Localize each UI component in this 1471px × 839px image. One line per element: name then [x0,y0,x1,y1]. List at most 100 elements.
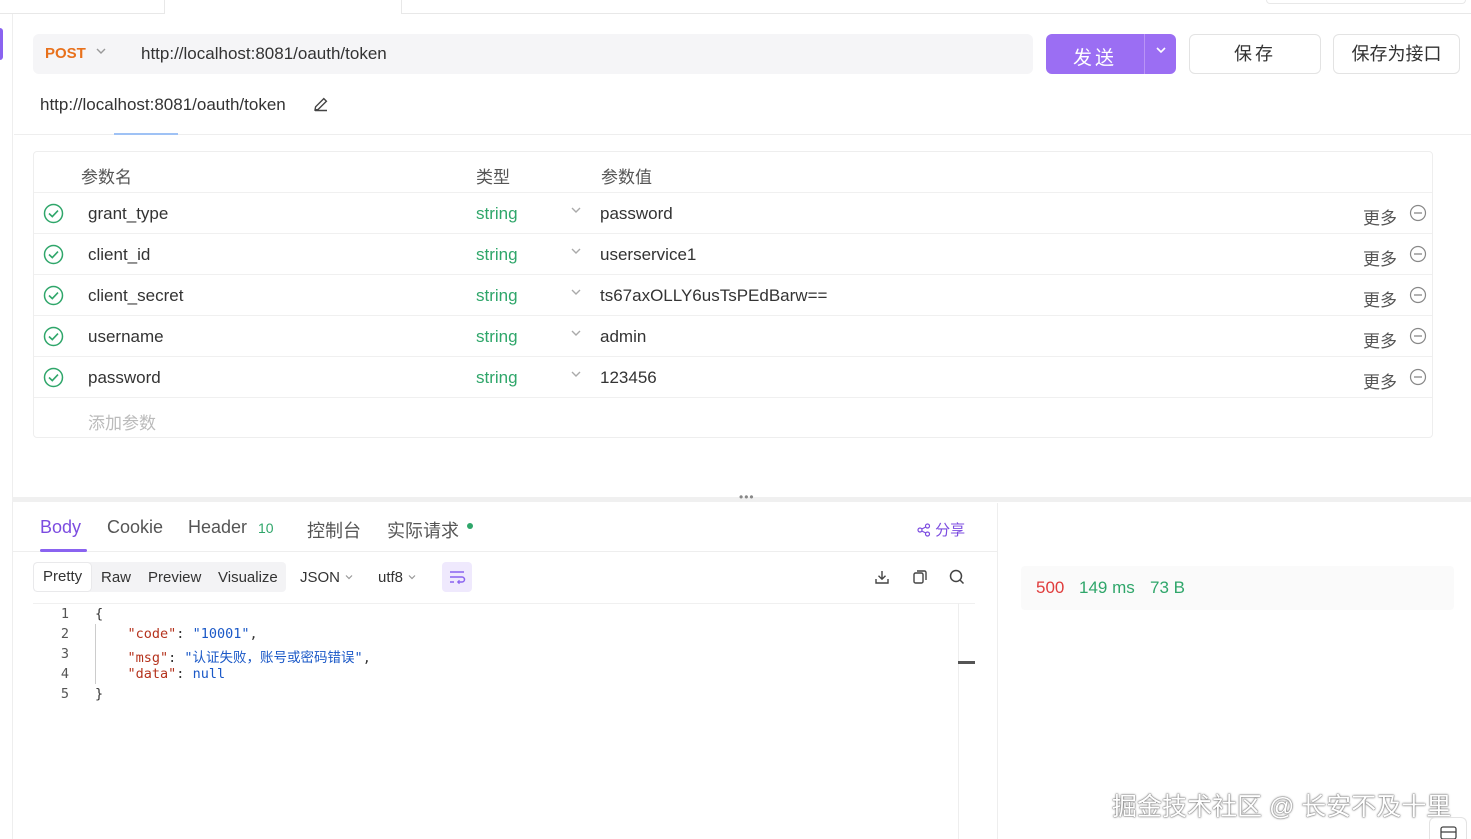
search-icon[interactable] [948,568,966,586]
chevron-down-icon [408,575,416,580]
drag-handle-icon[interactable]: ••• [739,490,755,504]
chevron-down-icon[interactable] [1145,43,1176,60]
method-select[interactable]: POST [45,45,86,62]
send-button[interactable]: 发送 [1046,34,1176,74]
view-raw[interactable]: Raw [101,569,131,586]
check-circle-icon[interactable] [43,326,64,347]
param-more-link[interactable]: 更多 [1363,204,1397,229]
share-label: 分享 [935,522,966,539]
sidebar-divider [12,14,13,839]
param-name[interactable]: grant_type [88,204,168,224]
json-value: "10001" [192,626,250,642]
request-url-title: http://localhost:8081/oauth/token [40,95,286,114]
param-more-link[interactable]: 更多 [1363,245,1397,270]
code-line: { [95,606,103,622]
param-row: username string admin 更多 [34,316,1432,357]
param-row: grant_type string password 更多 [34,193,1432,234]
top-right-control[interactable] [1266,0,1466,4]
param-value[interactable]: 123456 [600,368,657,388]
param-value[interactable]: admin [600,327,646,347]
param-row: client_secret string ts67axOLLY6usTsPEdB… [34,275,1432,316]
code-line: "code": "10001", [127,626,258,642]
param-more-link[interactable]: 更多 [1363,286,1397,311]
subtab-active-underline [114,133,178,135]
code-line: "data": null [127,666,226,682]
param-type[interactable]: string [476,368,518,388]
param-type[interactable]: string [476,245,518,265]
share-icon [917,523,931,537]
param-value[interactable]: ts67axOLLY6usTsPEdBarw== [600,286,827,306]
view-pretty[interactable]: Pretty [34,563,92,591]
share-button[interactable]: 分享 [917,519,965,540]
remove-circle-icon[interactable] [1409,245,1427,263]
param-more-link[interactable]: 更多 [1363,368,1397,393]
response-status-bar: 500 149 ms 73 B [1021,566,1454,610]
header-count-badge: 10 [258,520,274,536]
header-param-value: 参数值 [601,168,652,187]
format-label: JSON [300,569,341,586]
param-type[interactable]: string [476,204,518,224]
add-param-input[interactable]: 添加参数 [88,409,156,434]
param-type[interactable]: string [476,286,518,306]
json-key: "data" [127,666,177,682]
save-as-api-button[interactable]: 保存为接口 [1333,34,1460,74]
chevron-down-icon[interactable] [570,244,582,260]
param-name[interactable]: password [88,368,161,388]
line-number: 5 [60,686,69,702]
params-header-row: 参数名 类型 参数值 [34,152,1432,193]
json-key: "code" [127,626,177,642]
check-circle-icon[interactable] [43,367,64,388]
chevron-down-icon[interactable] [570,367,582,383]
subtab-divider [14,134,1471,135]
download-icon[interactable] [873,568,891,586]
format-select[interactable]: JSON [300,569,354,586]
line-number: 2 [60,626,69,642]
param-value[interactable]: password [600,204,673,224]
param-row: password string 123456 更多 [34,357,1432,398]
word-wrap-button[interactable] [442,562,472,592]
chevron-down-icon[interactable] [570,326,582,342]
response-panel-divider [997,503,998,839]
active-request-tab[interactable] [164,0,402,14]
tab-console[interactable]: 控制台 [307,517,361,543]
remove-circle-icon[interactable] [1409,368,1427,386]
remove-circle-icon[interactable] [1409,327,1427,345]
chevron-down-icon[interactable] [570,203,582,219]
json-brace: } [95,686,104,702]
encoding-select[interactable]: utf8 [378,569,417,586]
tab-body[interactable]: Body [40,517,81,538]
tab-cookie[interactable]: Cookie [107,517,163,538]
tab-header[interactable]: Header [188,517,247,538]
json-value: null [192,666,226,682]
save-button[interactable]: 保存 [1189,34,1321,74]
param-more-link[interactable]: 更多 [1363,327,1397,352]
param-name[interactable]: client_secret [88,286,183,306]
response-tabs: Body Cookie Header 10 控制台 实际请求 分享 [13,503,997,552]
check-circle-icon[interactable] [43,285,64,306]
copy-icon[interactable] [911,568,929,586]
param-name[interactable]: username [88,327,164,347]
code-scrollbar[interactable] [958,603,975,839]
check-circle-icon[interactable] [43,244,64,265]
response-code-viewer[interactable]: 1 2 3 4 5 { "code": "10001", "msg": "认证失… [33,603,975,839]
chevron-down-icon [345,575,353,580]
chevron-down-icon[interactable] [95,44,107,60]
remove-circle-icon[interactable] [1409,204,1427,222]
code-line: } [95,686,103,702]
remove-circle-icon[interactable] [1409,286,1427,304]
check-circle-icon[interactable] [43,203,64,224]
response-time: 149 ms [1079,578,1135,597]
param-row: client_id string userservice1 更多 [34,234,1432,275]
scrollbar-thumb[interactable] [958,661,975,664]
top-tab-strip [0,0,1471,14]
pencil-icon[interactable] [312,95,330,113]
url-input[interactable]: http://localhost:8081/oauth/token [141,44,387,64]
view-visualize[interactable]: Visualize [218,569,278,586]
view-preview[interactable]: Preview [148,569,201,586]
param-type[interactable]: string [476,327,518,347]
param-name[interactable]: client_id [88,245,150,265]
tab-actual-request[interactable]: 实际请求 [387,517,459,543]
corner-panel-icon[interactable] [1429,817,1467,839]
chevron-down-icon[interactable] [570,285,582,301]
param-value[interactable]: userservice1 [600,245,696,265]
